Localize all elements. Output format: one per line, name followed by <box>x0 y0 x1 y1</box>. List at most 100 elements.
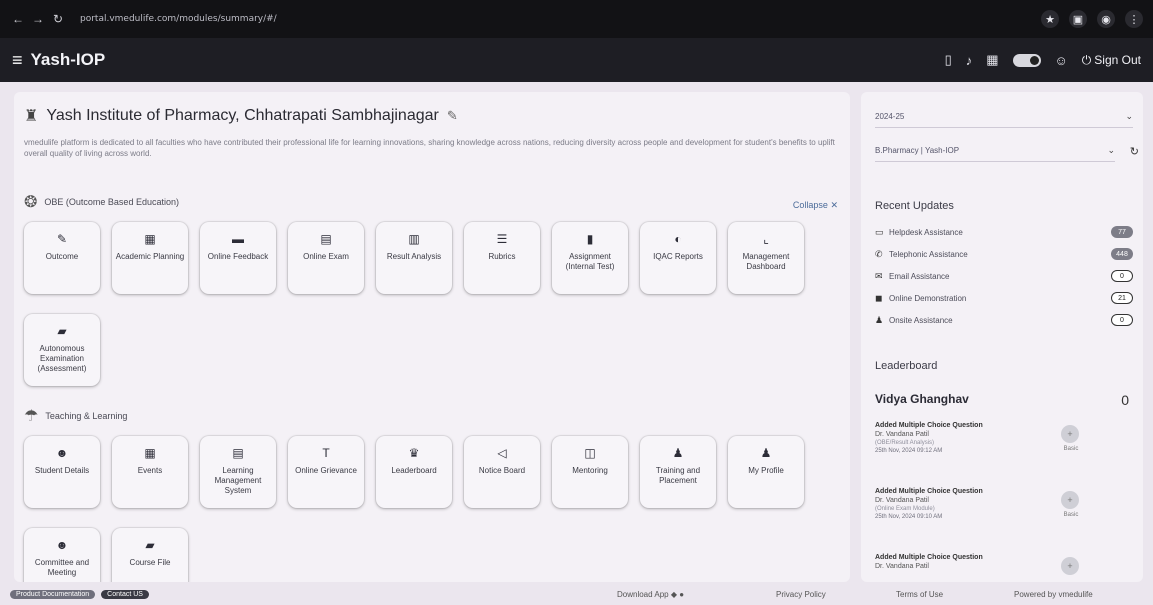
autonomous-examination-assessment-icon: ▰ <box>57 324 67 338</box>
tile-label: Online Feedback <box>207 252 269 261</box>
assignment-internal-test-icon: ▮ <box>586 232 594 246</box>
update-row-online-demonstration[interactable]: ◼ Online Demonstration 21 <box>875 290 1133 306</box>
mode-toggle[interactable] <box>1012 53 1041 67</box>
recent-updates-title: Recent Updates <box>875 200 954 212</box>
events-icon: ▦ <box>144 446 156 460</box>
tile-label: Online Grievance <box>295 466 357 475</box>
browser-menu-icon[interactable]: ⋮ <box>1125 10 1143 28</box>
profile-icon[interactable]: ◉ <box>1097 10 1115 28</box>
address-bar[interactable]: portal.vmedulife.com/modules/summary/#/ <box>80 14 277 24</box>
update-label: Telephonic Assistance <box>889 249 968 259</box>
tile-committee-and-meeting[interactable]: ☻ Committee and Meeting <box>24 528 100 582</box>
tile-management-dashboard[interactable]: ⌞ Management Dashboard <box>728 222 804 294</box>
bookmark-star-icon[interactable]: ★ <box>1041 10 1059 28</box>
student-details-icon: ☻ <box>55 446 69 460</box>
browser-toolbar: ← → ↻ portal.vmedulife.com/modules/summa… <box>0 0 1153 38</box>
hamburger-menu-icon[interactable]: ≡ <box>12 50 23 71</box>
user-avatar-icon[interactable]: ☺ <box>1055 53 1068 68</box>
reload-icon[interactable]: ↻ <box>50 12 66 26</box>
tile-label: Notice Board <box>478 466 526 475</box>
bell-icon[interactable]: ♪ <box>966 53 973 68</box>
online-feedback-icon: ▬ <box>232 232 244 246</box>
refresh-icon[interactable]: ↻ <box>1130 145 1139 158</box>
update-row-helpdesk-assistance[interactable]: ▭ Helpdesk Assistance 77 <box>875 224 1133 240</box>
tile-leaderboard[interactable]: ♛ Leaderboard <box>376 436 452 508</box>
sign-out-button[interactable]: ⏻ Sign Out <box>1082 53 1141 68</box>
institute-header: ♜ Yash Institute of Pharmacy, Chhatrapat… <box>24 106 458 126</box>
my-profile-icon: ♟ <box>760 446 772 460</box>
update-row-onsite-assistance[interactable]: ♟ Onsite Assistance 0 <box>875 312 1133 328</box>
tile-label: Learning Management System <box>214 466 262 495</box>
institute-logo-icon: ♜ <box>24 108 39 125</box>
apps-grid-icon[interactable]: ▦ <box>986 52 998 68</box>
tile-academic-planning[interactable]: ▦ Academic Planning <box>112 222 188 294</box>
update-label: Onsite Assistance <box>889 315 953 325</box>
update-label: Online Demonstration <box>889 293 967 303</box>
activity-time: 25th Nov, 2024 09:10 AM <box>875 514 943 520</box>
tile-my-profile[interactable]: ♟ My Profile <box>728 436 804 508</box>
program-select[interactable]: B.Pharmacy | Yash-IOP ⌄ <box>875 140 1115 162</box>
online-grievance-icon: T <box>322 446 330 460</box>
academic-planning-icon: ▦ <box>144 232 156 246</box>
tile-course-file[interactable]: ▰ Course File <box>112 528 188 582</box>
apple-icon: ● <box>679 590 685 599</box>
activity-avatar-icon: + <box>1061 425 1079 443</box>
tile-training-and-placement[interactable]: ♟ Training and Placement <box>640 436 716 508</box>
academic-year-select[interactable]: 2024-25 ⌄ <box>875 106 1133 128</box>
tile-iqac-reports[interactable]: ◐ IQAC Reports <box>640 222 716 294</box>
update-row-email-assistance[interactable]: ✉ Email Assistance 0 <box>875 268 1133 284</box>
learning-management-system-icon: ▤ <box>232 446 244 460</box>
tile-student-details[interactable]: ☻ Student Details <box>24 436 100 508</box>
tile-online-grievance[interactable]: T Online Grievance <box>288 436 364 508</box>
teaching-section-title: Teaching & Learning <box>45 411 128 421</box>
clipboard-icon[interactable]: ▯ <box>945 52 952 68</box>
power-icon: ⏻ <box>1081 52 1092 67</box>
online-demonstration-icon: ◼ <box>875 292 883 303</box>
collapse-button[interactable]: Collapse ✕ <box>793 200 838 211</box>
tile-outcome[interactable]: ✎ Outcome <box>24 222 100 294</box>
training-and-placement-icon: ♟ <box>672 446 684 460</box>
edit-icon[interactable]: ✎ <box>447 108 458 124</box>
forward-icon[interactable]: → <box>30 12 46 26</box>
obe-section-title: OBE (Outcome Based Education) <box>44 197 179 207</box>
helpdesk-assistance-icon: ▭ <box>875 226 884 237</box>
teaching-section-header: ☂ Teaching & Learning <box>24 406 127 426</box>
activity-meta: (OBE/Result Analysis) <box>875 440 935 446</box>
terms-of-use-link[interactable]: Terms of Use <box>896 590 943 599</box>
outcome-icon: ✎ <box>56 232 68 246</box>
tile-online-exam[interactable]: ▤ Online Exam <box>288 222 364 294</box>
tile-label: Events <box>137 466 163 475</box>
tile-label: Online Exam <box>303 252 349 261</box>
leaderboard-icon: ♛ <box>408 446 420 460</box>
tile-events[interactable]: ▦ Events <box>112 436 188 508</box>
tile-rubrics[interactable]: ☰ Rubrics <box>464 222 540 294</box>
obe-section-header: ❂ OBE (Outcome Based Education) <box>24 192 179 212</box>
tile-label: Mentoring <box>572 466 608 475</box>
tile-assignment-internal-test[interactable]: ▮ Assignment (Internal Test) <box>552 222 628 294</box>
activity-title: Added Multiple Choice Question <box>875 488 983 495</box>
update-count-badge: 0 <box>1111 314 1133 326</box>
tile-mentoring[interactable]: ◫ Mentoring <box>552 436 628 508</box>
update-count-badge: 77 <box>1111 226 1133 238</box>
product-documentation-button[interactable]: Product Documentation <box>10 590 96 599</box>
tile-notice-board[interactable]: ◁ Notice Board <box>464 436 540 508</box>
obe-section-icon: ❂ <box>24 194 38 211</box>
update-row-telephonic-assistance[interactable]: ✆ Telephonic Assistance 448 <box>875 246 1133 262</box>
tile-online-feedback[interactable]: ▬ Online Feedback <box>200 222 276 294</box>
activity-author: Dr. Vandana Patil <box>875 563 929 570</box>
right-panel: 2024-25 ⌄ B.Pharmacy | Yash-IOP ⌄ ↻ Rece… <box>861 92 1143 582</box>
tile-learning-management-system[interactable]: ▤ Learning Management System <box>200 436 276 508</box>
contact-us-button[interactable]: Contact US <box>101 590 149 599</box>
extensions-icon[interactable]: ▣ <box>1069 10 1087 28</box>
tile-label: Course File <box>129 558 171 567</box>
update-count-badge: 448 <box>1111 248 1133 260</box>
chevron-down-icon: ⌄ <box>1125 111 1133 121</box>
tile-result-analysis[interactable]: ▥ Result Analysis <box>376 222 452 294</box>
tile-autonomous-examination-assessment[interactable]: ▰ Autonomous Examination (Assessment) <box>24 314 100 386</box>
powered-by-link[interactable]: Powered by vmedulife <box>1014 590 1093 599</box>
privacy-policy-link[interactable]: Privacy Policy <box>776 590 826 599</box>
browser-actions: ★ ▣ ◉ ⋮ <box>1041 10 1143 28</box>
tile-label: Academic Planning <box>115 252 185 261</box>
download-app-link[interactable]: Download App ◆ ● <box>617 590 684 599</box>
back-icon[interactable]: ← <box>10 12 26 26</box>
